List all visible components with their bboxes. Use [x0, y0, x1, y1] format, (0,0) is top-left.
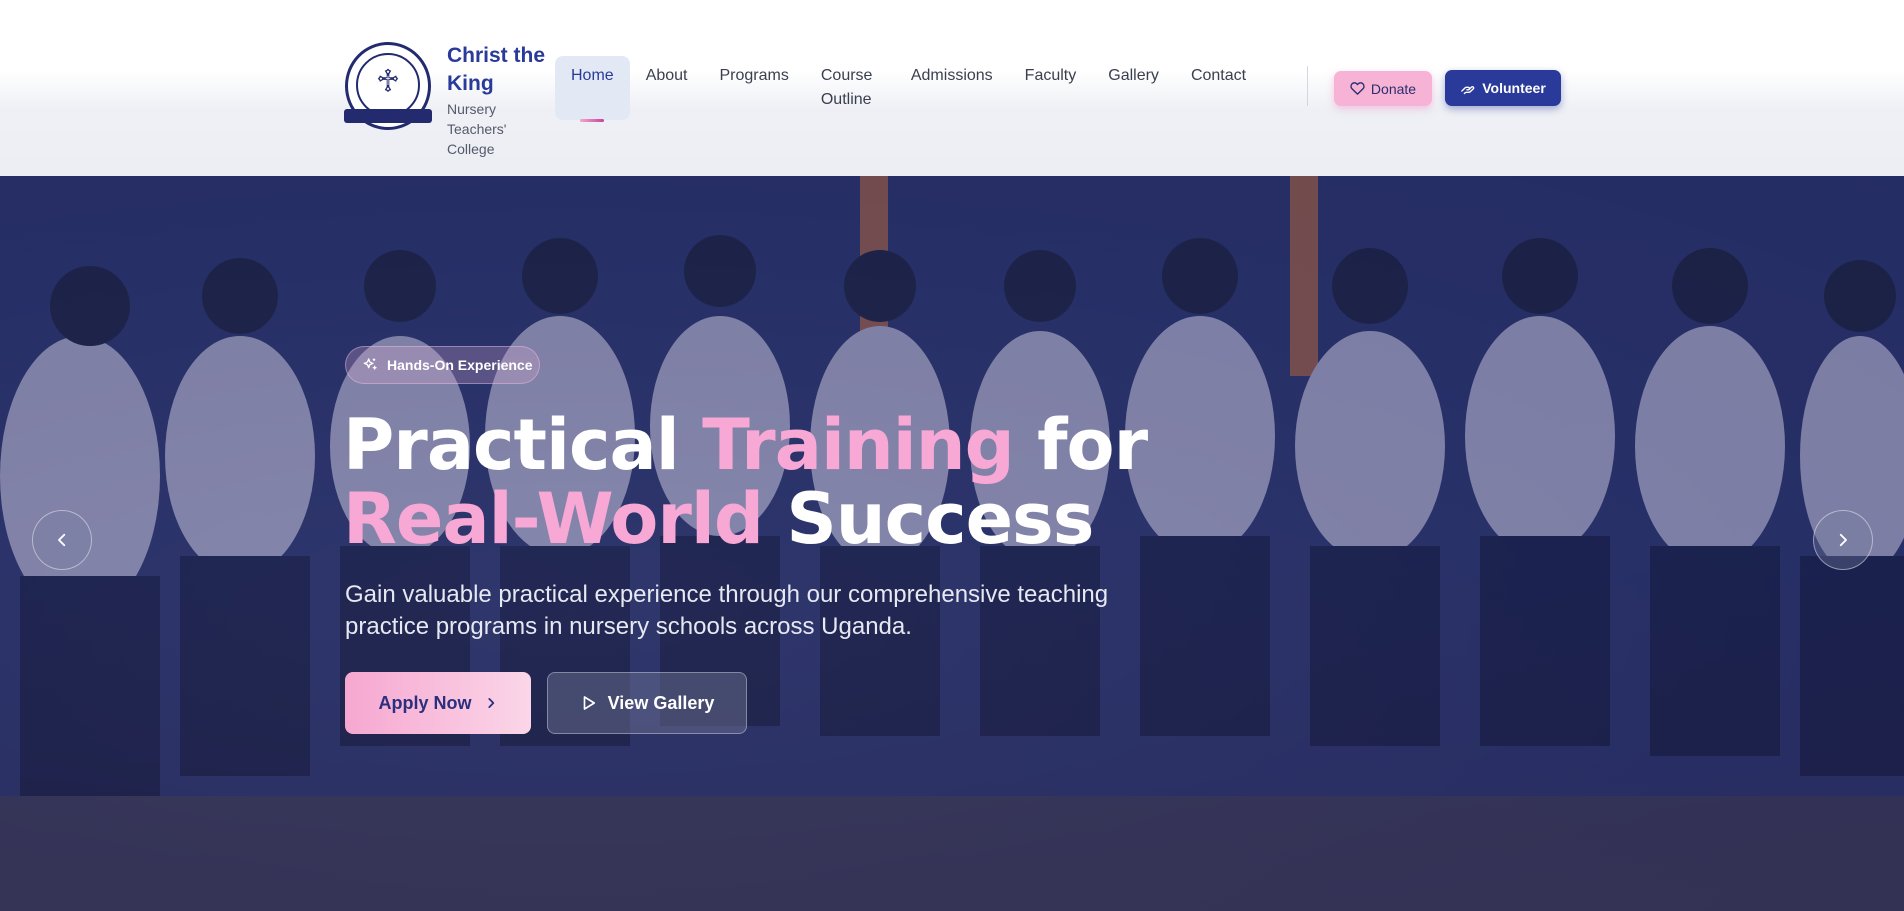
play-icon — [583, 696, 595, 710]
volunteer-button[interactable]: Volunteer — [1445, 70, 1561, 106]
nav-item-gallery[interactable]: Gallery — [1092, 56, 1175, 120]
headline-highlight: Real-World — [343, 478, 764, 560]
apply-now-label: Apply Now — [378, 692, 472, 713]
nav-item-admissions[interactable]: Admissions — [895, 56, 1009, 120]
site-header: ♱ Christ the King Nursery Teachers' Coll… — [0, 0, 1904, 176]
main-nav: Home About Programs Course Outline Admis… — [555, 56, 1262, 122]
view-gallery-button[interactable]: View Gallery — [547, 672, 747, 734]
hero-lead-text: Gain valuable practical experience throu… — [345, 581, 1109, 640]
apply-now-button[interactable]: Apply Now — [345, 672, 531, 734]
chevron-right-icon — [1839, 533, 1847, 547]
headline-highlight: Training — [702, 404, 1015, 486]
view-gallery-label: View Gallery — [607, 692, 715, 713]
donate-label: Donate — [1370, 80, 1417, 97]
sparkles-icon — [363, 358, 377, 370]
nav-item-faculty[interactable]: Faculty — [1009, 56, 1093, 120]
headline-word: for — [1037, 404, 1148, 486]
hero-slider: Hands-On Experience Practical Training f… — [0, 176, 1904, 911]
nav-item-course-outline[interactable]: Course Outline — [805, 56, 895, 120]
brand-name: Christ the King — [447, 44, 546, 95]
brand-subtitle: Nursery Teachers' College — [447, 101, 507, 157]
nav-item-contact[interactable]: Contact — [1175, 56, 1262, 120]
hand-icon — [1461, 85, 1475, 94]
hero-badge-label: Hands-On Experience — [387, 357, 533, 373]
nav-item-programs[interactable]: Programs — [704, 56, 805, 120]
brand-logo-link[interactable]: ♱ Christ the King Nursery Teachers' Coll… — [344, 42, 557, 159]
nav-item-home[interactable]: Home — [555, 56, 630, 122]
hero-badge: Hands-On Experience — [345, 346, 540, 384]
donate-button[interactable]: Donate — [1334, 71, 1432, 106]
nav-divider — [1307, 66, 1308, 106]
slider-prev-button[interactable] — [32, 510, 92, 570]
hero-headline: Practical Training for Real-World Succes… — [343, 408, 1243, 556]
slider-next-button[interactable] — [1813, 510, 1873, 570]
college-crest-icon: ♱ — [344, 42, 432, 130]
chevron-left-icon — [58, 533, 66, 547]
heart-icon — [1350, 82, 1365, 95]
volunteer-label: Volunteer — [1482, 80, 1546, 96]
headline-word: Practical — [343, 404, 680, 486]
nav-item-about[interactable]: About — [630, 56, 704, 120]
headline-word: Success — [786, 478, 1094, 560]
chevron-right-icon — [487, 698, 494, 708]
